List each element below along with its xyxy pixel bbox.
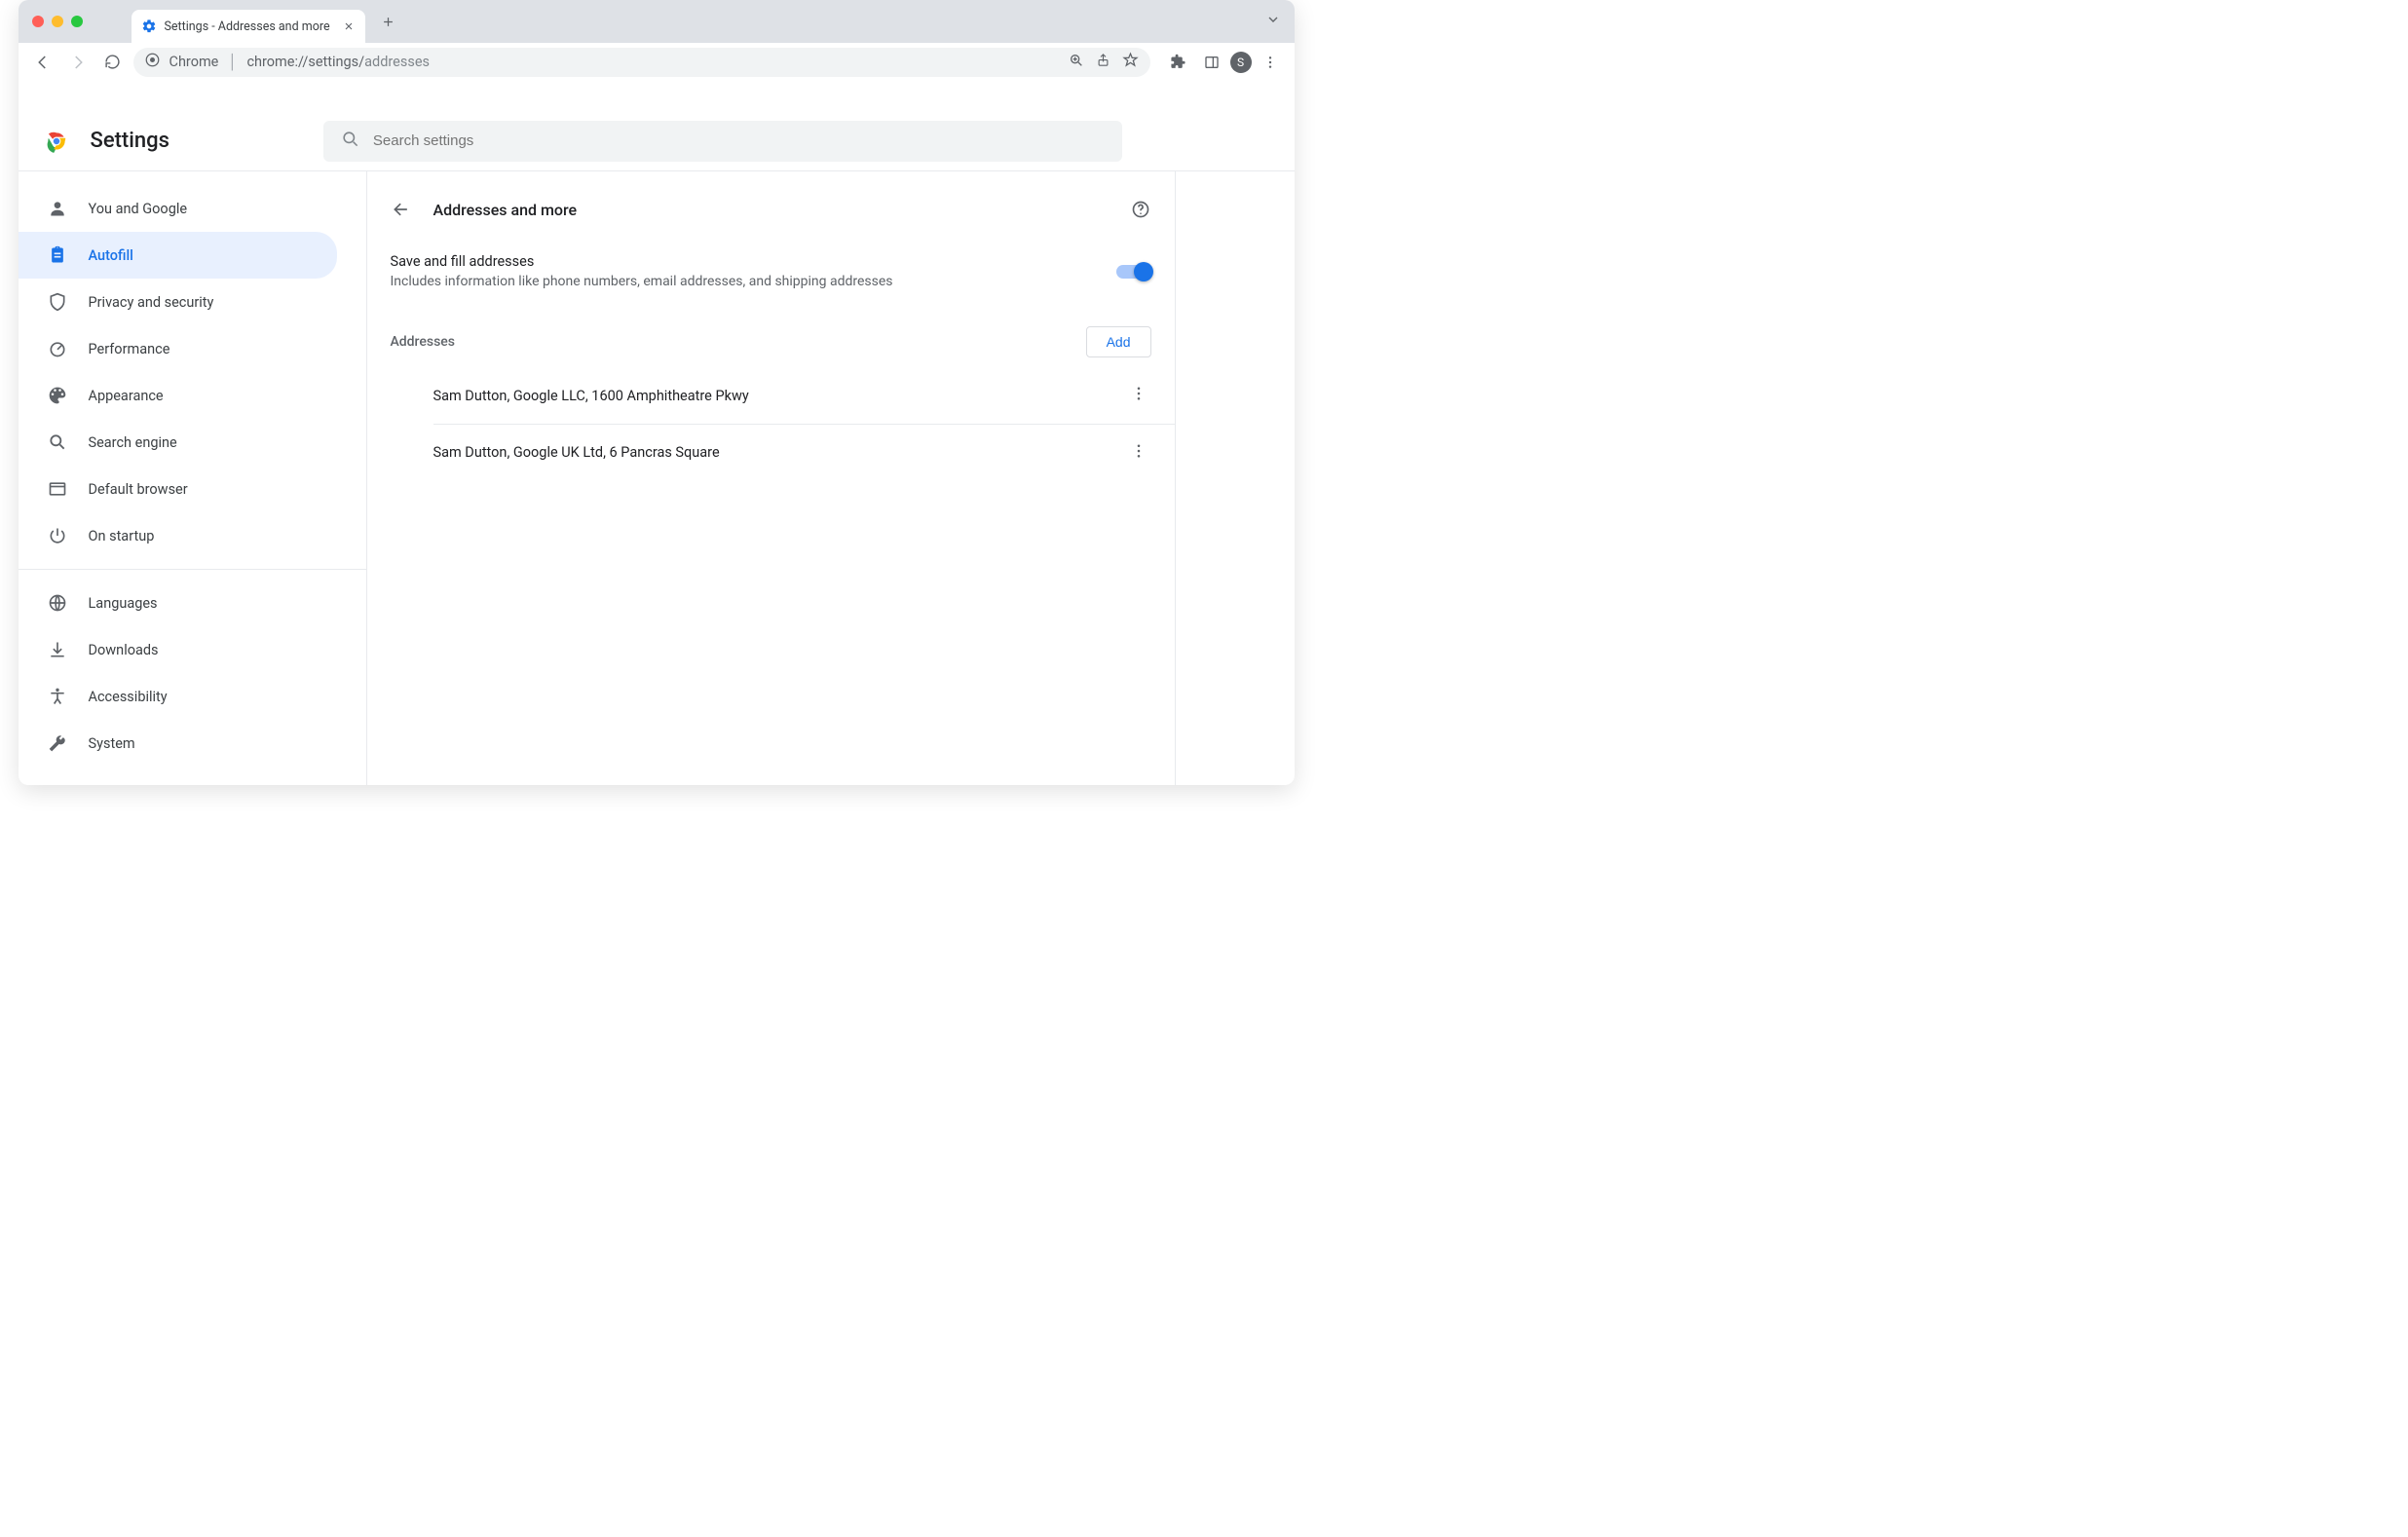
- sidebar-item-performance[interactable]: Performance: [19, 325, 337, 372]
- settings-search[interactable]: [323, 121, 1122, 162]
- url-divider: │: [228, 54, 237, 70]
- zoom-icon[interactable]: [1069, 53, 1084, 72]
- window-icon: [48, 479, 67, 499]
- sidebar-item-search-engine[interactable]: Search engine: [19, 419, 337, 466]
- sidebar-divider: [19, 569, 366, 570]
- browser-window: Settings - Addresses and more Chrome: [19, 0, 1295, 785]
- address-item[interactable]: Sam Dutton, Google UK Ltd, 6 Pancras Squ…: [433, 424, 1175, 480]
- save-and-fill-row: Save and fill addresses Includes informa…: [367, 240, 1175, 303]
- save-and-fill-sub: Includes information like phone numbers,…: [391, 274, 1116, 289]
- sidebar-item-system[interactable]: System: [19, 720, 337, 767]
- address-text: Sam Dutton, Google UK Ltd, 6 Pancras Squ…: [433, 444, 720, 461]
- address-text: Sam Dutton, Google LLC, 1600 Amphitheatr…: [433, 388, 749, 404]
- reload-button[interactable]: [98, 48, 128, 77]
- forward-button[interactable]: [63, 48, 93, 77]
- addresses-label: Addresses: [391, 334, 456, 350]
- avatar-initial: S: [1237, 56, 1244, 69]
- titlebar: Settings - Addresses and more: [19, 0, 1295, 43]
- sidebar-item-label: Performance: [89, 341, 170, 357]
- sidebar-item-label: On startup: [89, 528, 155, 544]
- sidebar-item-label: Autofill: [89, 247, 133, 264]
- palette-icon: [48, 386, 67, 405]
- close-window-button[interactable]: [32, 16, 44, 27]
- address-bar[interactable]: Chrome │ chrome://settings/addresses: [133, 48, 1150, 77]
- settings-title: Settings: [91, 129, 169, 153]
- url-prefix: chrome://settings/: [246, 54, 364, 70]
- accessibility-icon: [48, 687, 67, 706]
- sidebar-item-label: Default browser: [89, 481, 188, 498]
- more-actions-icon[interactable]: [1130, 385, 1151, 406]
- minimize-window-button[interactable]: [52, 16, 63, 27]
- sidebar-item-downloads[interactable]: Downloads: [19, 626, 337, 673]
- close-tab-button[interactable]: [342, 19, 356, 33]
- address-item[interactable]: Sam Dutton, Google LLC, 1600 Amphitheatr…: [367, 367, 1175, 424]
- search-icon: [48, 432, 67, 452]
- save-and-fill-toggle[interactable]: [1116, 265, 1151, 279]
- back-button[interactable]: [28, 48, 57, 77]
- sidebar-item-label: Privacy and security: [89, 294, 214, 311]
- browser-tab[interactable]: Settings - Addresses and more: [132, 10, 365, 43]
- profile-avatar[interactable]: S: [1230, 52, 1252, 73]
- globe-icon: [48, 593, 67, 613]
- speedometer-icon: [48, 339, 67, 358]
- sidebar-item-autofill[interactable]: Autofill: [19, 232, 337, 279]
- settings-body: You and Google Autofill Privacy and secu…: [19, 171, 1295, 785]
- clipboard-icon: [48, 245, 67, 265]
- shield-icon: [48, 292, 67, 312]
- sidebar-item-default-browser[interactable]: Default browser: [19, 466, 337, 512]
- settings-main: Addresses and more Save and fill address…: [367, 171, 1176, 785]
- sidebar-item-label: Search engine: [89, 434, 177, 451]
- settings-sidebar: You and Google Autofill Privacy and secu…: [19, 171, 367, 785]
- share-icon[interactable]: [1096, 53, 1110, 71]
- chrome-menu-icon[interactable]: [1256, 48, 1285, 77]
- sidebar-item-you-and-google[interactable]: You and Google: [19, 185, 337, 232]
- chrome-logo-icon: [44, 129, 69, 154]
- sidebar-item-languages[interactable]: Languages: [19, 580, 337, 626]
- search-icon: [341, 130, 359, 152]
- download-icon: [48, 640, 67, 659]
- settings-header: Settings: [19, 111, 1295, 171]
- tab-list-dropdown[interactable]: [1265, 12, 1295, 31]
- sidebar-item-label: You and Google: [89, 201, 188, 217]
- extensions-icon[interactable]: [1164, 48, 1193, 77]
- url-scheme-label: Chrome: [169, 54, 219, 70]
- sidebar-item-label: Downloads: [89, 642, 159, 658]
- side-panel-icon[interactable]: [1197, 48, 1226, 77]
- save-and-fill-label: Save and fill addresses: [391, 253, 1116, 270]
- power-icon: [48, 526, 67, 545]
- url-suffix: addresses: [364, 54, 430, 70]
- tab-title: Settings - Addresses and more: [165, 19, 330, 34]
- window-controls: [32, 16, 83, 27]
- bookmark-icon[interactable]: [1122, 52, 1139, 72]
- wrench-icon: [48, 733, 67, 753]
- new-tab-button[interactable]: [375, 8, 402, 35]
- sidebar-item-on-startup[interactable]: On startup: [19, 512, 337, 559]
- person-icon: [48, 199, 67, 218]
- sidebar-item-label: Accessibility: [89, 689, 168, 705]
- site-info-icon[interactable]: [145, 53, 160, 71]
- more-actions-icon[interactable]: [1130, 442, 1151, 464]
- sidebar-item-label: Languages: [89, 595, 158, 612]
- gear-icon: [141, 19, 157, 34]
- browser-toolbar: Chrome │ chrome://settings/addresses S: [19, 43, 1295, 82]
- add-address-button[interactable]: Add: [1086, 326, 1151, 357]
- maximize-window-button[interactable]: [71, 16, 83, 27]
- addresses-section-header: Addresses Add: [367, 303, 1175, 367]
- sidebar-item-appearance[interactable]: Appearance: [19, 372, 337, 419]
- sidebar-item-label: Appearance: [89, 388, 164, 404]
- help-icon[interactable]: [1130, 199, 1151, 220]
- settings-search-input[interactable]: [373, 132, 1105, 149]
- sidebar-item-accessibility[interactable]: Accessibility: [19, 673, 337, 720]
- sidebar-item-privacy[interactable]: Privacy and security: [19, 279, 337, 325]
- sidebar-item-label: System: [89, 735, 135, 752]
- page-back-button[interactable]: [391, 199, 412, 220]
- page-header: Addresses and more: [367, 189, 1175, 240]
- page-title: Addresses and more: [433, 201, 578, 219]
